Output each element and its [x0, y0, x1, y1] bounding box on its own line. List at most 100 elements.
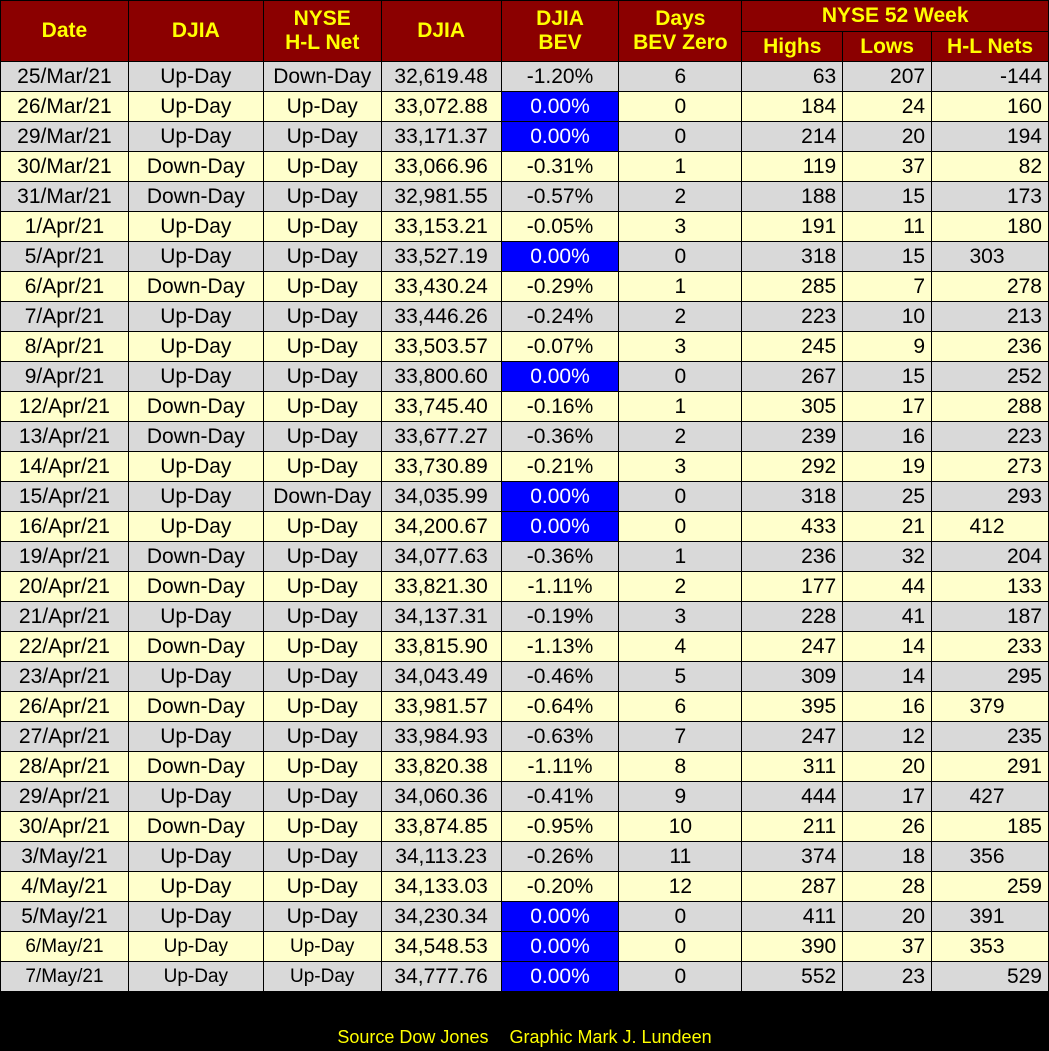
cell-djia-bev: -0.07% [500, 331, 620, 362]
col-header-lows: Lows [842, 31, 933, 62]
table-row: 19/Apr/21 Down-Day Up-Day 34,077.63 -0.36% 1 2… [0, 541, 1049, 572]
cell-lows: 20 [842, 121, 933, 152]
cell-djia-direction: Up-Day [127, 241, 264, 272]
table-row: 23/Apr/21 Up-Day Up-Day 34,043.49 -0.46% 5 309… [0, 661, 1049, 692]
table-row: 26/Mar/21 Up-Day Up-Day 33,072.88 0.00% 0 184 2… [0, 91, 1049, 122]
cell-date: 16/Apr/21 [0, 511, 129, 542]
cell-highs: 245 [741, 331, 844, 362]
cell-days-bev-zero: 0 [618, 361, 743, 392]
cell-highs: 177 [741, 571, 844, 602]
col-header-highs: Highs [741, 31, 844, 62]
cell-date: 26/Mar/21 [0, 91, 129, 122]
cell-nyse-direction: Up-Day [262, 721, 382, 752]
cell-djia-bev: -0.36% [500, 541, 620, 572]
cell-highs: 267 [741, 361, 844, 392]
cell-days-bev-zero: 2 [618, 181, 743, 212]
cell-date: 25/Mar/21 [0, 61, 129, 92]
cell-djia-close: 33,430.24 [380, 271, 502, 302]
cell-highs: 444 [741, 781, 844, 812]
cell-hl-nets: 303 [931, 241, 1049, 272]
cell-highs: 374 [741, 841, 844, 872]
table-row: 22/Apr/21 Down-Day Up-Day 33,815.90 -1.13% 4 2… [0, 631, 1049, 662]
cell-lows: 15 [842, 181, 933, 212]
cell-date: 20/Apr/21 [0, 571, 129, 602]
cell-nyse-direction: Up-Day [262, 91, 382, 122]
table-row: 1/Apr/21 Up-Day Up-Day 33,153.21 -0.05% 3 191 1… [0, 211, 1049, 242]
cell-highs: 411 [741, 901, 844, 932]
table-row: 3/May/21 Up-Day Up-Day 34,113.23 -0.26% 11 374… [0, 841, 1049, 872]
cell-highs: 285 [741, 271, 844, 302]
cell-djia-direction: Up-Day [127, 871, 264, 902]
cell-highs: 552 [741, 961, 844, 992]
col-header-djia: DJIA [127, 0, 264, 62]
cell-nyse-direction: Up-Day [262, 391, 382, 422]
cell-djia-bev: 0.00% [500, 511, 620, 542]
cell-djia-direction: Up-Day [127, 781, 264, 812]
cell-djia-close: 34,077.63 [380, 541, 502, 572]
cell-highs: 223 [741, 301, 844, 332]
cell-hl-nets: 236 [931, 331, 1049, 362]
col-header-date: Date [0, 0, 129, 62]
cell-djia-close: 33,446.26 [380, 301, 502, 332]
cell-date: 29/Mar/21 [0, 121, 129, 152]
cell-lows: 15 [842, 241, 933, 272]
cell-djia-close: 34,137.31 [380, 601, 502, 632]
cell-date: 15/Apr/21 [0, 481, 129, 512]
cell-djia-direction: Down-Day [127, 421, 264, 452]
table-row: 6/Apr/21 Down-Day Up-Day 33,430.24 -0.29% 1 28… [0, 271, 1049, 302]
cell-nyse-direction: Up-Day [262, 751, 382, 782]
cell-lows: 207 [842, 61, 933, 92]
cell-djia-bev: -0.46% [500, 661, 620, 692]
table-row: 29/Mar/21 Up-Day Up-Day 33,171.37 0.00% 0 214 2… [0, 121, 1049, 152]
cell-hl-nets: 412 [931, 511, 1049, 542]
cell-hl-nets: 235 [931, 721, 1049, 752]
col-header-nyse-line1: NYSE [293, 7, 351, 30]
cell-date: 30/Mar/21 [0, 151, 129, 182]
cell-nyse-direction: Up-Day [262, 331, 382, 362]
cell-djia-bev: -0.95% [500, 811, 620, 842]
cell-date: 28/Apr/21 [0, 751, 129, 782]
cell-djia-direction: Up-Day [127, 121, 264, 152]
cell-highs: 247 [741, 631, 844, 662]
cell-djia-direction: Up-Day [127, 91, 264, 122]
cell-djia-close: 33,730.89 [380, 451, 502, 482]
table-row: 7/May/21 Up-Day Up-Day 34,777.76 0.00% 0 552 23… [0, 961, 1049, 992]
cell-hl-nets: 288 [931, 391, 1049, 422]
cell-days-bev-zero: 6 [618, 61, 743, 92]
cell-nyse-direction: Up-Day [262, 511, 382, 542]
cell-lows: 26 [842, 811, 933, 842]
footer-graphic: Graphic Mark J. Lundeen [509, 1027, 712, 1047]
cell-nyse-direction: Up-Day [262, 931, 382, 962]
table-body: 25/Mar/21 Up-Day Down-Day 32,619.48 -1.20% 6 6… [0, 61, 1049, 992]
cell-nyse-direction: Up-Day [262, 361, 382, 392]
cell-days-bev-zero: 7 [618, 721, 743, 752]
col-header-nets: H-L Nets [931, 31, 1049, 62]
cell-djia-bev: -0.36% [500, 421, 620, 452]
cell-date: 7/May/21 [0, 961, 129, 992]
cell-djia-close: 33,874.85 [380, 811, 502, 842]
cell-djia-direction: Down-Day [127, 541, 264, 572]
cell-hl-nets: 278 [931, 271, 1049, 302]
cell-lows: 14 [842, 661, 933, 692]
cell-days-bev-zero: 8 [618, 751, 743, 782]
cell-nyse-direction: Up-Day [262, 451, 382, 482]
cell-djia-close: 34,230.34 [380, 901, 502, 932]
cell-djia-bev: -1.11% [500, 751, 620, 782]
col-header-days-line2: BEV Zero [633, 31, 728, 54]
cell-highs: 184 [741, 91, 844, 122]
col-header-nyse-hl: NYSE H-L Net [262, 0, 382, 62]
cell-djia-bev: 0.00% [500, 241, 620, 272]
cell-hl-nets: 233 [931, 631, 1049, 662]
cell-days-bev-zero: 11 [618, 841, 743, 872]
cell-hl-nets: 427 [931, 781, 1049, 812]
cell-djia-direction: Up-Day [127, 601, 264, 632]
cell-days-bev-zero: 0 [618, 91, 743, 122]
cell-djia-direction: Up-Day [127, 61, 264, 92]
cell-djia-direction: Up-Day [127, 901, 264, 932]
table-row: 25/Mar/21 Up-Day Down-Day 32,619.48 -1.20% 6 6… [0, 61, 1049, 92]
table-row: 5/May/21 Up-Day Up-Day 34,230.34 0.00% 0 411 20… [0, 901, 1049, 932]
cell-djia-direction: Down-Day [127, 181, 264, 212]
cell-djia-bev: -1.20% [500, 61, 620, 92]
cell-nyse-direction: Down-Day [262, 481, 382, 512]
cell-hl-nets: 295 [931, 661, 1049, 692]
